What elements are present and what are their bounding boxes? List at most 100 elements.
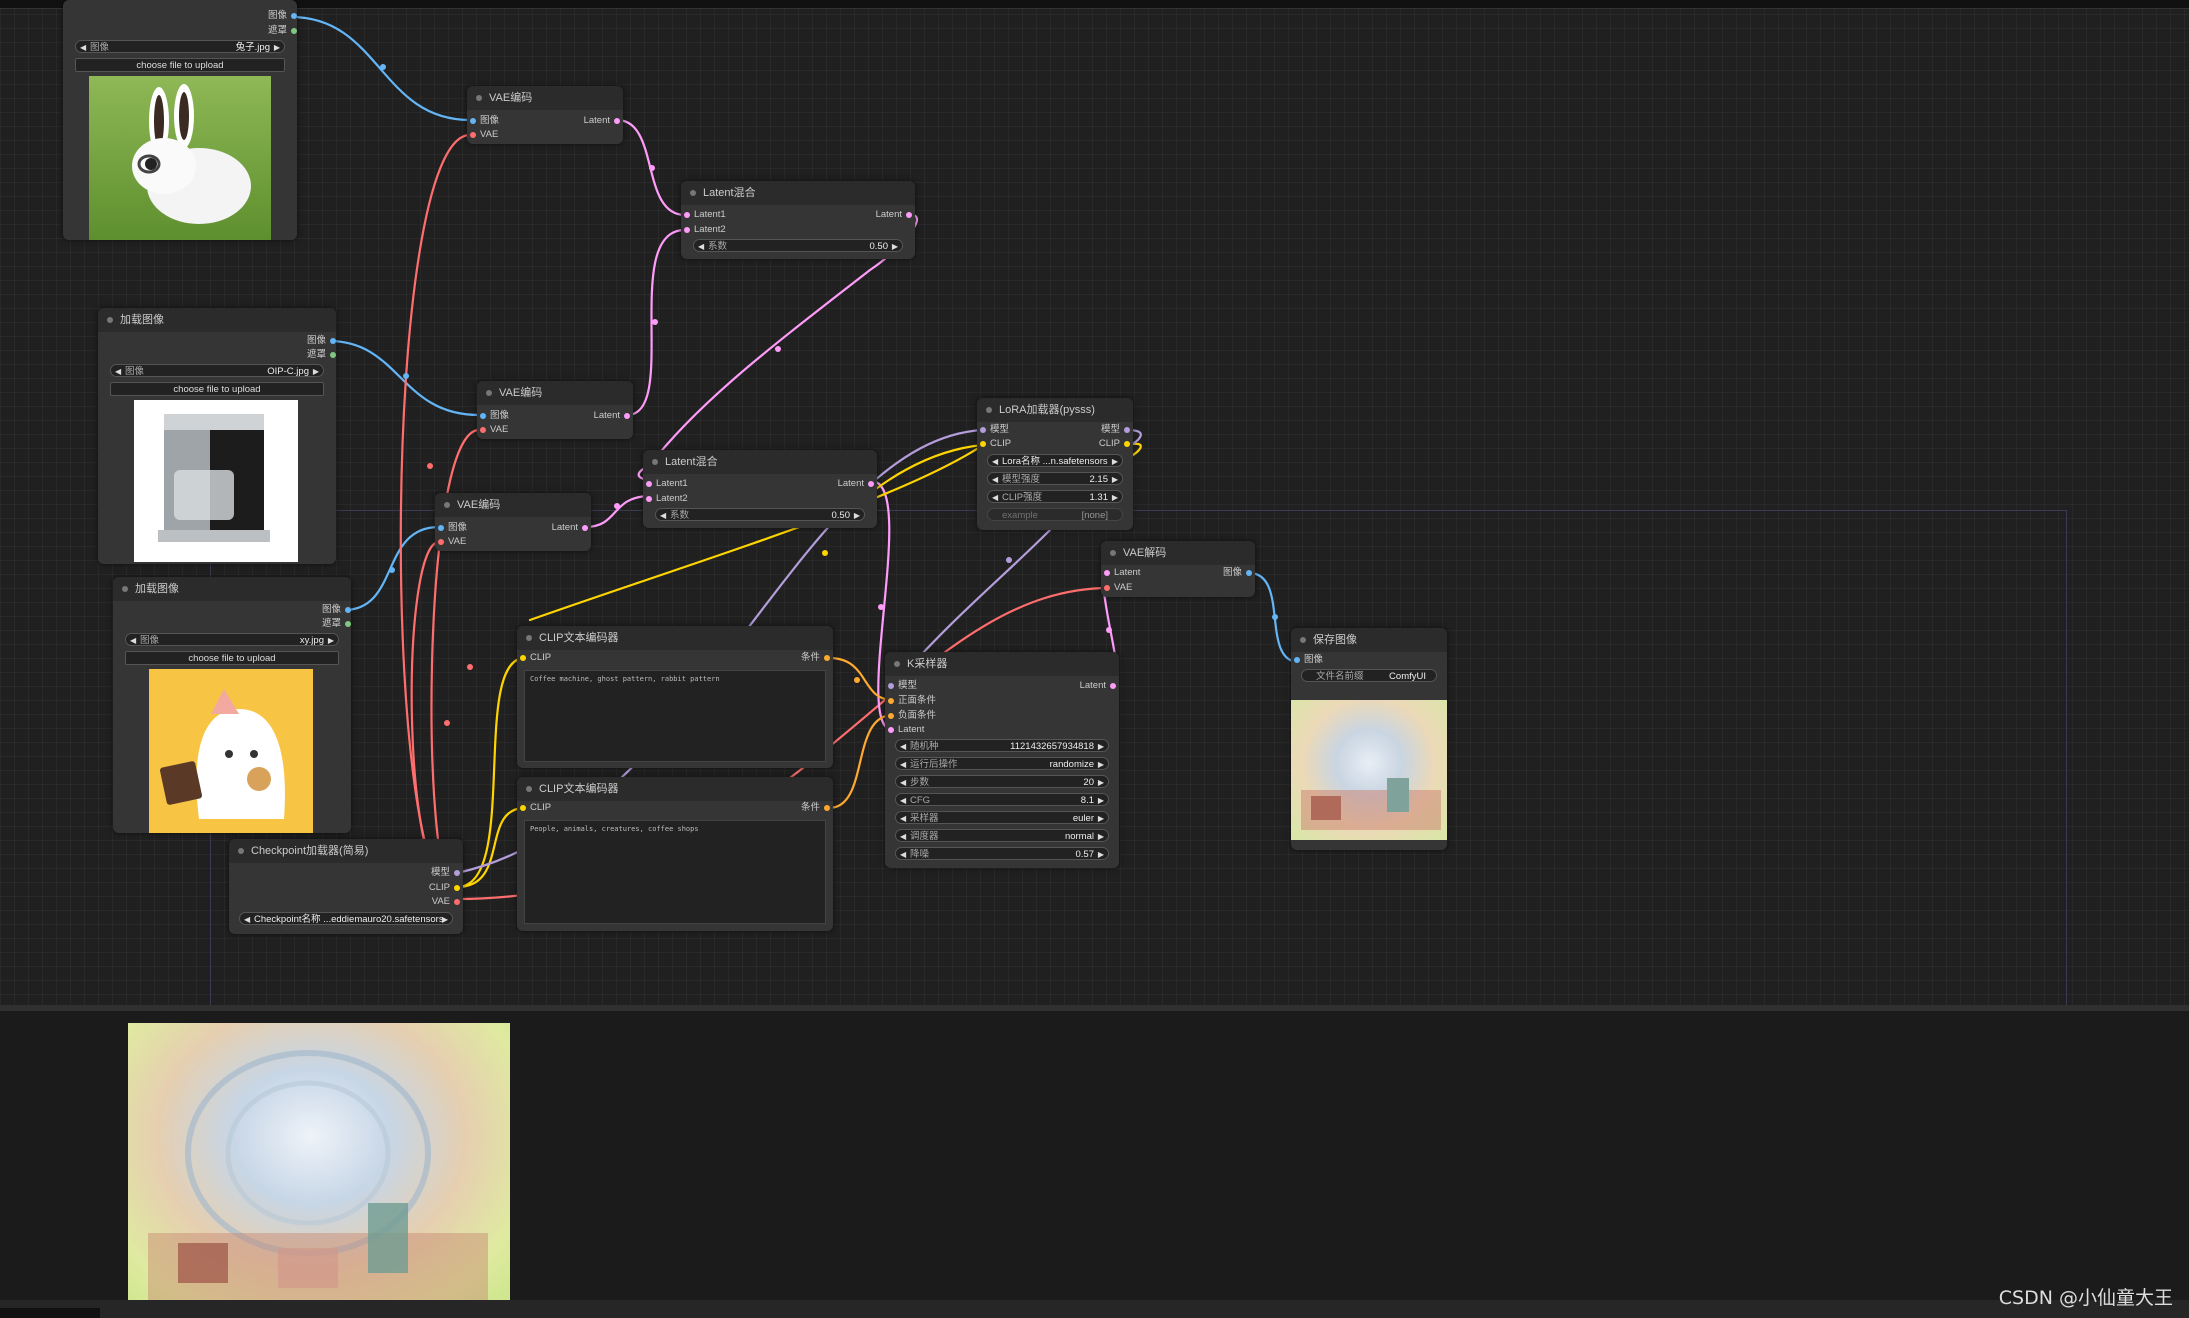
image-select[interactable]: ◀ 图像 xy.jpg ▶ — [125, 633, 339, 646]
wire-cond-neg — [827, 713, 895, 810]
node-title[interactable]: VAE解码 — [1101, 541, 1255, 565]
input-latent[interactable]: Latent — [1104, 567, 1140, 579]
node-title[interactable]: K采样器 — [885, 652, 1119, 676]
lora-loader-node[interactable]: LoRA加载器(pysss) 模型 CLIP 模型 CLIP ◀ Lora名称 .… — [977, 398, 1133, 530]
output-latent[interactable]: Latent — [552, 522, 588, 534]
node-title[interactable]: LoRA加载器(pysss) — [977, 398, 1133, 422]
output-mask[interactable]: 遮罩 — [268, 25, 297, 37]
strength-model-widget[interactable]: ◀ 模型强度 2.15 ▶ — [987, 472, 1123, 485]
node-title[interactable]: Latent混合 — [681, 181, 915, 205]
input-clip[interactable]: CLIP — [520, 652, 551, 664]
input-latent2[interactable]: Latent2 — [646, 493, 688, 505]
input-vae[interactable]: VAE — [480, 424, 508, 436]
scheduler-widget[interactable]: ◀ 调度器 normal ▶ — [895, 829, 1109, 842]
input-model[interactable]: 模型 — [980, 424, 1009, 436]
denoise-widget[interactable]: ◀ 降噪 0.57 ▶ — [895, 847, 1109, 860]
output-conditioning[interactable]: 条件 — [801, 652, 830, 664]
vae-decode-node[interactable]: VAE解码 Latent VAE 图像 — [1101, 541, 1255, 597]
output-clip[interactable]: CLIP — [429, 882, 460, 894]
output-vae[interactable]: VAE — [432, 896, 460, 908]
status-tab[interactable] — [0, 1308, 100, 1318]
latent-blend-node-1[interactable]: Latent混合 Latent1 Latent2 Latent ◀ 系数 0.50 ▶ — [681, 181, 915, 259]
prompt-textarea[interactable]: Coffee machine, ghost pattern, rabbit pa… — [524, 670, 826, 762]
example-widget: example [none] — [987, 508, 1123, 521]
load-image-node-1[interactable]: 图像 遮罩 ◀ 图像 兔子.jpg ▶ choose file to upload — [63, 0, 297, 240]
input-latent[interactable]: Latent — [888, 724, 924, 736]
output-latent[interactable]: Latent — [594, 410, 630, 422]
input-clip[interactable]: CLIP — [980, 438, 1011, 450]
vae-encode-node-1[interactable]: VAE编码 图像 VAE Latent — [467, 86, 623, 144]
factor-widget[interactable]: ◀ 系数 0.50 ▶ — [655, 508, 865, 521]
ckpt-name-select[interactable]: ◀ Checkpoint名称 ...eddiemauro20.safetensor… — [239, 912, 453, 925]
strength-clip-widget[interactable]: ◀ CLIP强度 1.31 ▶ — [987, 490, 1123, 503]
output-model[interactable]: 模型 — [431, 867, 460, 879]
seed-widget[interactable]: ◀ 随机种 1121432657934818 ▶ — [895, 739, 1109, 752]
vae-encode-node-3[interactable]: VAE编码 图像 VAE Latent — [435, 493, 591, 551]
input-image[interactable]: 图像 — [470, 115, 499, 127]
input-vae[interactable]: VAE — [1104, 582, 1132, 594]
image-select[interactable]: ◀ 图像 兔子.jpg ▶ — [75, 40, 285, 53]
upload-button[interactable]: choose file to upload — [75, 58, 285, 72]
input-negative[interactable]: 负面条件 — [888, 710, 936, 722]
input-latent1[interactable]: Latent1 — [646, 478, 688, 490]
filename-prefix-widget[interactable]: 文件名前缀 ComfyUI — [1301, 669, 1437, 682]
output-conditioning[interactable]: 条件 — [801, 802, 830, 814]
output-image[interactable]: 图像 — [322, 604, 351, 616]
cfg-widget[interactable]: ◀ CFG 8.1 ▶ — [895, 793, 1109, 806]
load-image-node-2[interactable]: 加载图像 图像 遮罩 ◀ 图像 OIP-C.jpg ▶ choose file to … — [98, 308, 336, 564]
node-title[interactable]: 保存图像 — [1291, 628, 1447, 652]
input-model[interactable]: 模型 — [888, 680, 917, 692]
input-image[interactable]: 图像 — [480, 410, 509, 422]
status-strip — [0, 1300, 2189, 1318]
prompt-textarea[interactable]: People, animals, creatures, coffee shops — [524, 820, 826, 924]
output-mask[interactable]: 遮罩 — [322, 618, 351, 630]
node-title[interactable]: VAE编码 — [435, 493, 591, 517]
upload-button[interactable]: choose file to upload — [125, 651, 339, 665]
node-title[interactable]: VAE编码 — [467, 86, 623, 110]
input-image[interactable]: 图像 — [438, 522, 467, 534]
node-graph-canvas[interactable]: 图像 遮罩 ◀ 图像 兔子.jpg ▶ choose file to upload 加… — [0, 0, 2189, 1005]
output-model[interactable]: 模型 — [1101, 424, 1130, 436]
ksampler-node[interactable]: K采样器 模型 正面条件 负面条件 Latent Latent ◀ 随机种 1121… — [885, 652, 1119, 868]
clip-text-encode-node-1[interactable]: CLIP文本编码器 CLIP 条件 Coffee machine, ghost … — [517, 626, 833, 768]
output-latent[interactable]: Latent — [876, 209, 912, 221]
input-latent2[interactable]: Latent2 — [684, 224, 726, 236]
node-title[interactable]: 加载图像 — [98, 308, 336, 332]
output-mask[interactable]: 遮罩 — [307, 349, 336, 361]
ghost-illustration-icon — [149, 669, 313, 833]
factor-widget[interactable]: ◀ 系数 0.50 ▶ — [693, 239, 903, 252]
lora-name-select[interactable]: ◀ Lora名称 ...n.safetensors ▶ — [987, 454, 1123, 467]
input-vae[interactable]: VAE — [470, 129, 498, 141]
output-image[interactable]: 图像 — [1223, 567, 1252, 579]
upload-button[interactable]: choose file to upload — [110, 382, 324, 396]
output-image[interactable]: 图像 — [268, 10, 297, 22]
vae-encode-node-2[interactable]: VAE编码 图像 VAE Latent — [477, 381, 633, 439]
load-image-node-3[interactable]: 加载图像 图像 遮罩 ◀ 图像 xy.jpg ▶ choose file to upl… — [113, 577, 351, 833]
steps-widget[interactable]: ◀ 步数 20 ▶ — [895, 775, 1109, 788]
image-select[interactable]: ◀ 图像 OIP-C.jpg ▶ — [110, 364, 324, 377]
node-title[interactable]: CLIP文本编码器 — [517, 626, 833, 650]
result-thumbnail-icon — [1291, 700, 1447, 840]
checkpoint-loader-node[interactable]: Checkpoint加载器(简易) 模型 CLIP VAE ◀ Checkpoin… — [229, 839, 463, 934]
preview-image-icon[interactable] — [128, 1023, 510, 1307]
clip-text-encode-node-2[interactable]: CLIP文本编码器 CLIP 条件 People, animals, creat… — [517, 777, 833, 931]
input-image[interactable]: 图像 — [1294, 654, 1323, 666]
input-vae[interactable]: VAE — [438, 536, 466, 548]
latent-blend-node-2[interactable]: Latent混合 Latent1 Latent2 Latent ◀ 系数 0.50 ▶ — [643, 450, 877, 528]
input-latent1[interactable]: Latent1 — [684, 209, 726, 221]
node-title[interactable]: VAE编码 — [477, 381, 633, 405]
node-title[interactable]: Checkpoint加载器(简易) — [229, 839, 463, 863]
control-after-generate-widget[interactable]: ◀ 运行后操作 randomize ▶ — [895, 757, 1109, 770]
output-latent[interactable]: Latent — [584, 115, 620, 127]
output-latent[interactable]: Latent — [1080, 680, 1116, 692]
input-positive[interactable]: 正面条件 — [888, 695, 936, 707]
output-latent[interactable]: Latent — [838, 478, 874, 490]
output-image[interactable]: 图像 — [307, 335, 336, 347]
node-title[interactable]: CLIP文本编码器 — [517, 777, 833, 801]
sampler-widget[interactable]: ◀ 采样器 euler ▶ — [895, 811, 1109, 824]
save-image-node[interactable]: 保存图像 图像 文件名前缀 ComfyUI — [1291, 628, 1447, 850]
node-title[interactable]: 加载图像 — [113, 577, 351, 601]
node-title[interactable]: Latent混合 — [643, 450, 877, 474]
output-clip[interactable]: CLIP — [1099, 438, 1130, 450]
input-clip[interactable]: CLIP — [520, 802, 551, 814]
